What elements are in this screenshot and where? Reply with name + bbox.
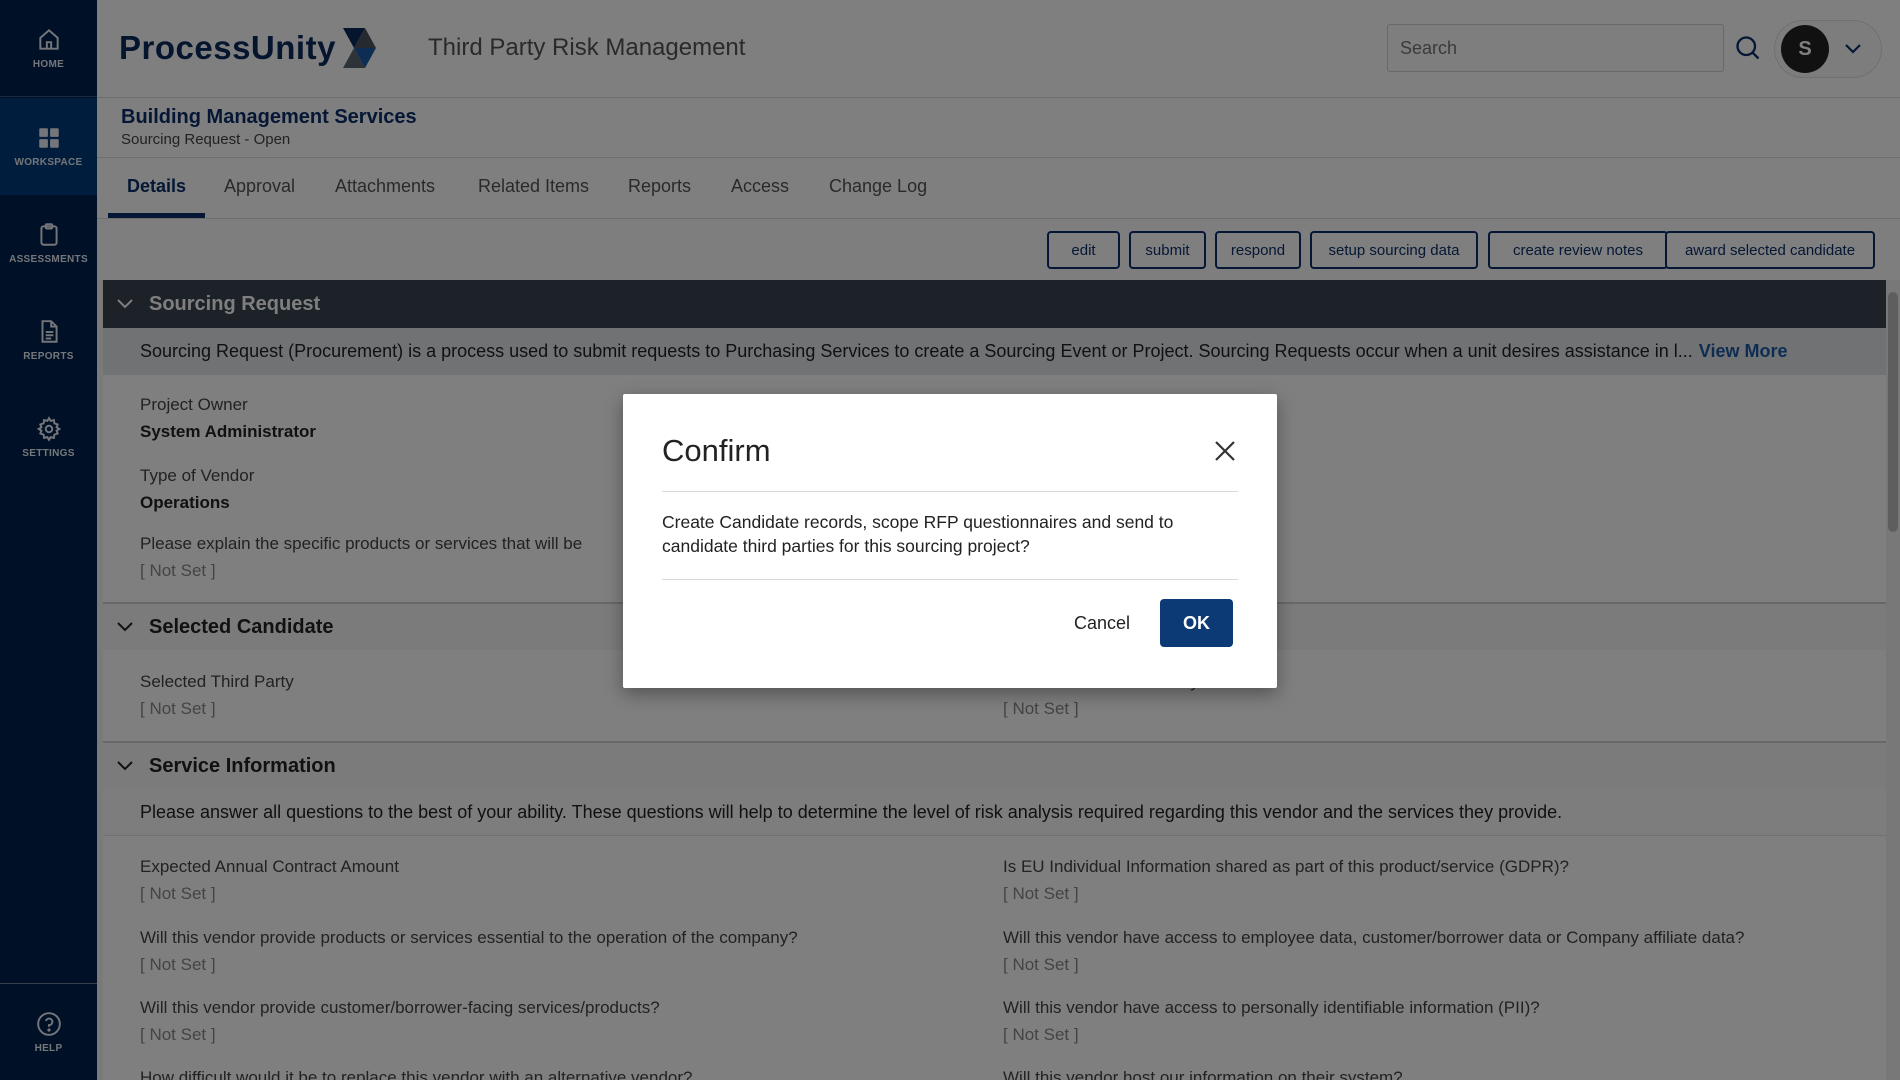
confirm-dialog: Confirm Create Candidate records, scope … xyxy=(623,394,1277,688)
dialog-divider xyxy=(662,579,1238,580)
dialog-divider xyxy=(662,491,1238,492)
dialog-message: Create Candidate records, scope RFP ques… xyxy=(662,512,1174,556)
ok-button[interactable]: OK xyxy=(1160,599,1233,647)
cancel-button[interactable]: Cancel xyxy=(1060,599,1144,647)
close-icon[interactable] xyxy=(1213,439,1237,463)
dialog-title: Confirm xyxy=(662,433,771,468)
